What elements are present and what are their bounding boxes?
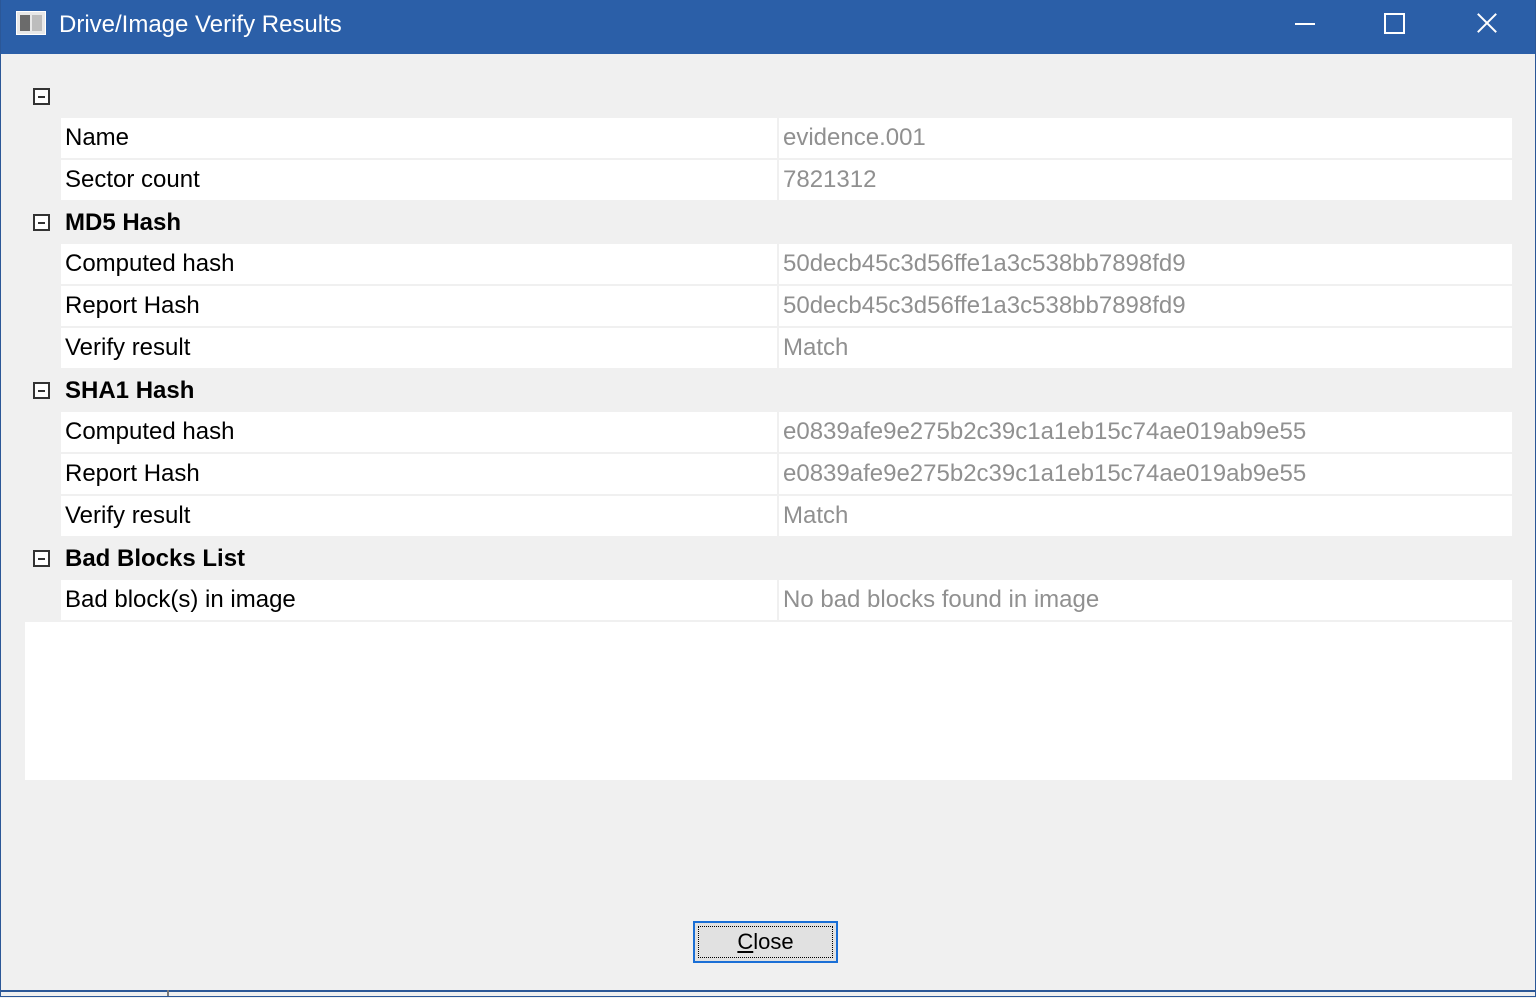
- property-row[interactable]: Name evidence.001: [25, 118, 1512, 160]
- property-value: evidence.001: [783, 124, 926, 151]
- property-name-cell[interactable]: Verify result: [61, 496, 779, 538]
- row-gutter: [25, 328, 61, 370]
- title-bar[interactable]: Drive/Image Verify Results: [1, 0, 1535, 54]
- collapse-minus-icon[interactable]: [33, 382, 50, 399]
- minimize-icon: [1295, 23, 1315, 25]
- category-label: MD5 Hash: [65, 209, 182, 236]
- window-title: Drive/Image Verify Results: [59, 11, 342, 38]
- category-label: Bad Blocks List: [65, 545, 246, 572]
- property-value-cell[interactable]: e0839afe9e275b2c39c1a1eb15c74ae019ab9e55: [779, 412, 1512, 454]
- property-name: Verify result: [65, 334, 191, 361]
- close-button-label: Close: [737, 929, 794, 954]
- property-row[interactable]: Report Hash e0839afe9e275b2c39c1a1eb15c74…: [25, 454, 1512, 496]
- row-gutter: [25, 412, 61, 454]
- row-gutter: [25, 118, 61, 160]
- property-name-cell[interactable]: Sector count: [61, 160, 779, 202]
- property-name-cell[interactable]: Report Hash: [61, 454, 779, 496]
- maximize-icon: [1384, 13, 1405, 34]
- category-row[interactable]: SHA1 Hash: [25, 370, 1512, 412]
- property-name: Bad block(s) in image: [65, 586, 296, 613]
- property-value-cell[interactable]: 7821312: [779, 160, 1512, 202]
- minimize-button[interactable]: [1259, 0, 1349, 48]
- window-bottom-border: [1, 990, 1535, 992]
- property-value: e0839afe9e275b2c39c1a1eb15c74ae019ab9e55: [783, 460, 1307, 487]
- property-value: Match: [783, 334, 849, 361]
- property-value-cell[interactable]: 50decb45c3d56ffe1a3c538bb7898fd9: [779, 244, 1512, 286]
- property-value: 7821312: [783, 166, 877, 193]
- property-row[interactable]: Report Hash 50decb45c3d56ffe1a3c538bb7898…: [25, 286, 1512, 328]
- category-row[interactable]: [25, 76, 1512, 118]
- maximize-button[interactable]: [1349, 0, 1439, 48]
- property-value-cell[interactable]: No bad blocks found in image: [779, 580, 1512, 622]
- property-name-cell[interactable]: Bad block(s) in image: [61, 580, 779, 622]
- property-value: Match: [783, 502, 849, 529]
- property-value: e0839afe9e275b2c39c1a1eb15c74ae019ab9e55: [783, 418, 1307, 445]
- row-gutter: [25, 244, 61, 286]
- property-name-cell[interactable]: Name: [61, 118, 779, 160]
- property-name: Sector count: [65, 166, 200, 193]
- row-gutter: [25, 454, 61, 496]
- property-value-cell[interactable]: e0839afe9e275b2c39c1a1eb15c74ae019ab9e55: [779, 454, 1512, 496]
- property-name-cell[interactable]: Verify result: [61, 328, 779, 370]
- property-value-cell[interactable]: Match: [779, 496, 1512, 538]
- verify-results-window: Drive/Image Verify Results Name evidence.…: [0, 0, 1536, 997]
- property-name-cell[interactable]: Computed hash: [61, 244, 779, 286]
- collapse-minus-icon[interactable]: [33, 88, 50, 105]
- category-label: SHA1 Hash: [65, 377, 195, 404]
- app-icon[interactable]: [16, 11, 46, 35]
- collapse-minus-icon[interactable]: [33, 214, 50, 231]
- property-row[interactable]: Verify result Match: [25, 328, 1512, 370]
- property-row[interactable]: Bad block(s) in image No bad blocks found…: [25, 580, 1512, 622]
- close-icon: [1476, 12, 1498, 34]
- category-row[interactable]: Bad Blocks List: [25, 538, 1512, 580]
- property-row[interactable]: Computed hash e0839afe9e275b2c39c1a1eb15c…: [25, 412, 1512, 454]
- property-value-cell[interactable]: 50decb45c3d56ffe1a3c538bb7898fd9: [779, 286, 1512, 328]
- row-gutter: [25, 496, 61, 538]
- property-name: Report Hash: [65, 460, 200, 487]
- close-window-button[interactable]: [1441, 0, 1531, 48]
- property-name: Name: [65, 124, 130, 151]
- bottom-edge-mark: [167, 990, 169, 996]
- property-value: 50decb45c3d56ffe1a3c538bb7898fd9: [783, 292, 1186, 319]
- property-value-cell[interactable]: evidence.001: [779, 118, 1512, 160]
- property-row[interactable]: Verify result Match: [25, 496, 1512, 538]
- property-row[interactable]: Computed hash 50decb45c3d56ffe1a3c538bb78…: [25, 244, 1512, 286]
- property-name: Verify result: [65, 502, 191, 529]
- property-name-cell[interactable]: Computed hash: [61, 412, 779, 454]
- property-value: 50decb45c3d56ffe1a3c538bb7898fd9: [783, 250, 1186, 277]
- close-button[interactable]: Close: [693, 921, 838, 963]
- property-grid[interactable]: Name evidence.001 Sector count 7821312 MD5 H…: [25, 76, 1512, 780]
- property-name: Computed hash: [65, 418, 235, 445]
- row-gutter: [25, 580, 61, 622]
- property-value: No bad blocks found in image: [783, 586, 1100, 613]
- property-name: Computed hash: [65, 250, 235, 277]
- category-row[interactable]: MD5 Hash: [25, 202, 1512, 244]
- property-name: Report Hash: [65, 292, 200, 319]
- property-name-cell[interactable]: Report Hash: [61, 286, 779, 328]
- row-gutter: [25, 160, 61, 202]
- row-gutter: [25, 286, 61, 328]
- property-row[interactable]: Sector count 7821312: [25, 160, 1512, 202]
- property-value-cell[interactable]: Match: [779, 328, 1512, 370]
- collapse-minus-icon[interactable]: [33, 550, 50, 567]
